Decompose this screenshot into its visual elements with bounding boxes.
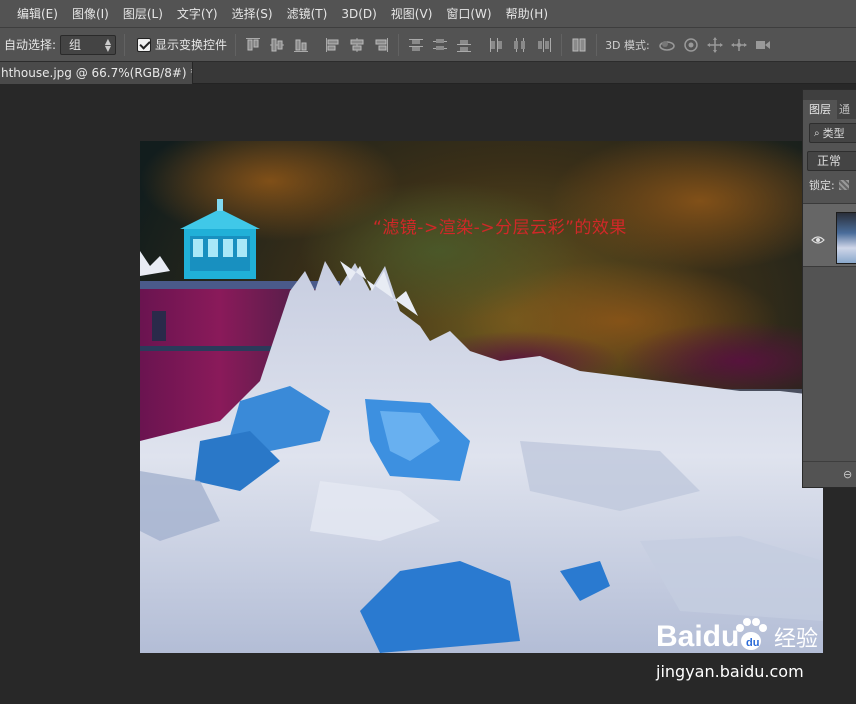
tab-layers[interactable]: 图层 [803,100,837,119]
separator [124,33,126,56]
distribute-horizontal-centers-icon[interactable] [511,36,529,54]
lock-transparent-pixels-icon[interactable] [838,180,849,190]
blend-mode-dropdown[interactable]: 正常 [807,151,856,171]
menu-item[interactable]: 3D(D) [334,0,383,28]
dropdown-arrows-icon: ▲ ▼ [104,36,112,53]
separator [235,33,237,56]
document-tab-bar: hthouse.jpg @ 66.7%(RGB/8#) * × [0,62,856,84]
lock-label: 锁定: [809,179,835,192]
distribute-group-1 [407,36,473,54]
separator [398,33,400,56]
menu-item[interactable]: 窗口(W) [439,0,498,28]
distribute-group-2 [487,36,553,54]
link-layers-icon[interactable]: ⊖ [843,468,852,481]
document-tab[interactable]: hthouse.jpg @ 66.7%(RGB/8#) * × [0,62,193,84]
align-group-1 [244,36,310,54]
layer-filter-label: 类型 [822,127,845,140]
3d-pan-icon[interactable] [706,36,724,54]
align-bottom-edges-icon[interactable] [292,36,310,54]
distribute-right-icon[interactable] [535,36,553,54]
layer-thumbnail [836,212,856,264]
panel-footer: ⊖ [803,461,856,487]
menu-item[interactable]: 文字(Y) [170,0,225,28]
align-group-2 [324,36,390,54]
menu-item[interactable]: 编辑(E) [10,0,65,28]
lock-row: 锁定: [809,177,856,193]
layer-filter-dropdown[interactable]: ⌕ 类型 [809,123,856,143]
blend-mode-value: 正常 [817,154,842,168]
canvas-annotation-text: “滤镜->渲染->分层云彩”的效果 [373,218,627,238]
baidu-brand-text: Baidu [656,620,739,653]
distribute-bottom-icon[interactable] [455,36,473,54]
panel-header-strip [803,90,856,100]
align-vertical-centers-icon[interactable] [268,36,286,54]
options-bar: 自动选择: 组 ▲ ▼ 显示变换控件 3D 模式: [0,28,856,62]
menu-item[interactable]: 视图(V) [384,0,440,28]
layers-panel: 图层 通 ⌕ 类型 正常 锁定: ⊖ [802,89,856,488]
watermark-url: jingyan.baidu.com [656,662,804,681]
menu-item[interactable]: 滤镜(T) [280,0,335,28]
auto-select-dropdown[interactable]: 组 ▲ ▼ [60,34,117,55]
show-transform-label: 显示变换控件 [155,38,228,52]
svg-text:du: du [746,637,759,649]
baidu-brand-cn: 经验 [774,627,818,652]
menu-item[interactable]: 图层(L) [116,0,170,28]
auto-select-value: 组 [69,38,82,52]
distribute-top-icon[interactable] [407,36,425,54]
3d-scale-icon[interactable] [754,36,772,54]
visibility-eye-icon[interactable] [811,230,825,244]
menu-bar: 编辑(E) 图像(I) 图层(L) 文字(Y) 选择(S) 滤镜(T) 3D(D) 视图(V)… [0,0,856,28]
menu-item[interactable]: 帮助(H) [499,0,555,28]
separator [596,33,598,56]
panel-tabs: 图层 通 [803,100,856,119]
baidu-logo: Baidu du 经验 [656,618,818,653]
distribute-left-icon[interactable] [487,36,505,54]
3d-orbit-icon[interactable] [658,36,676,54]
align-horizontal-centers-icon[interactable] [348,36,366,54]
auto-select-label: 自动选择: [4,38,57,52]
3d-mode-label: 3D 模式: [605,38,650,52]
baidu-watermark: Baidu du 经验 jingyan.baidu.com [656,610,856,700]
distribute-vertical-centers-icon[interactable] [431,36,449,54]
menu-item[interactable]: 图像(I) [65,0,116,28]
document-tab-title: hthouse.jpg @ 66.7%(RGB/8#) * [1,66,193,80]
align-left-edges-icon[interactable] [324,36,342,54]
3d-mode-group [658,36,772,54]
separator [561,33,563,56]
tab-channels[interactable]: 通 [837,100,852,119]
3d-roll-icon[interactable] [682,36,700,54]
menu-item[interactable]: 选择(S) [225,0,280,28]
3d-slide-icon[interactable] [730,36,748,54]
layer-row[interactable] [803,203,856,267]
search-icon: ⌕ [814,127,820,139]
auto-align-layers-icon[interactable] [570,36,588,54]
paw-icon: du [736,618,767,650]
show-transform-checkbox[interactable] [137,37,152,52]
align-top-edges-icon[interactable] [244,36,262,54]
align-right-edges-icon[interactable] [372,36,390,54]
